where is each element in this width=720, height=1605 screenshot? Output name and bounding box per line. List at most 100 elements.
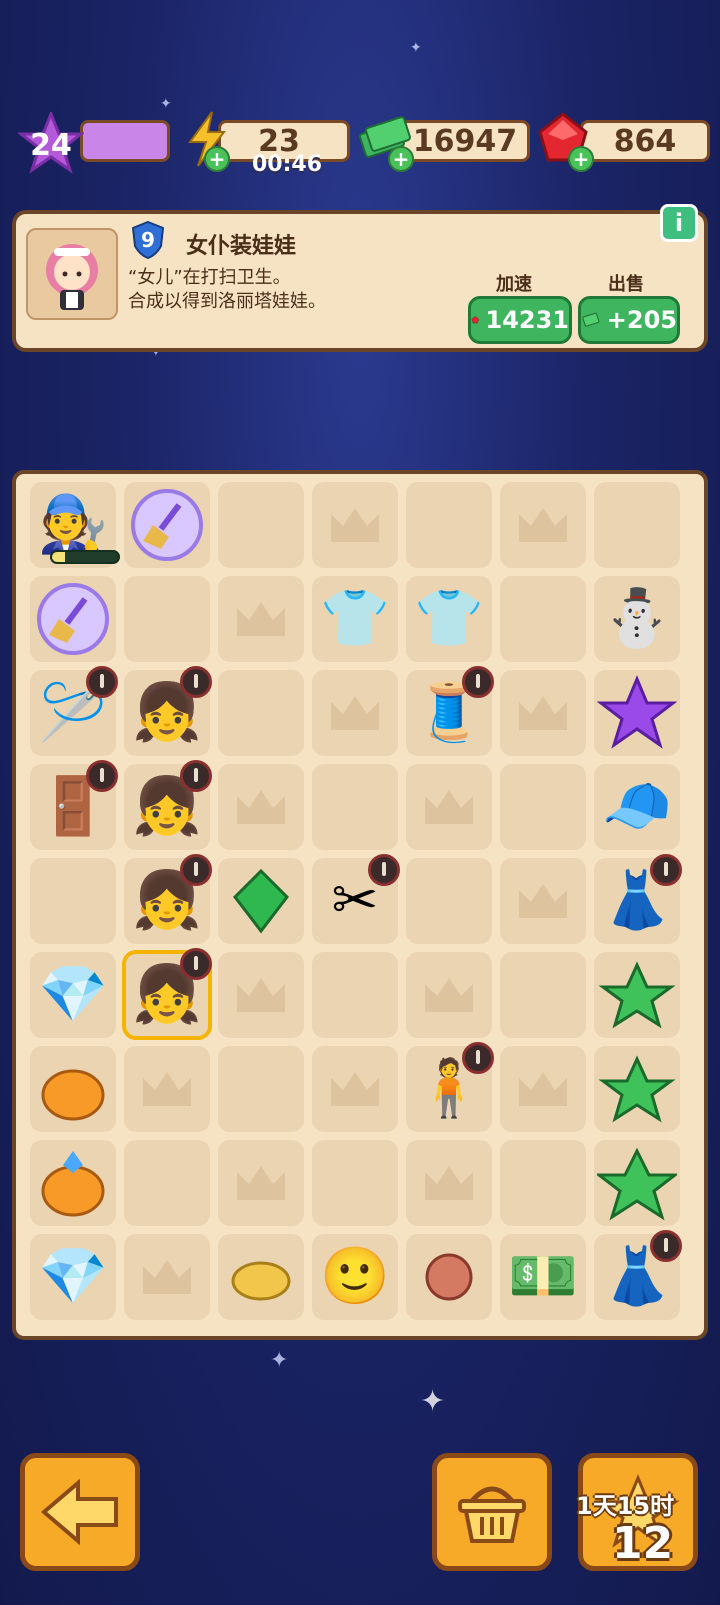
board-cell-crown [500,482,586,568]
board-cell-mannequin[interactable]: 🧍 [406,1042,494,1132]
board-cell-empty [312,952,398,1038]
locked-crown-icon [143,1260,191,1294]
board-cell-crown [406,764,492,850]
worker-icon: 🧑‍🔧 [38,492,108,557]
basket-button[interactable] [432,1453,552,1571]
board-cell-crown [406,1140,492,1226]
locked-crown-icon [519,1072,567,1106]
board-cell-pajamas[interactable]: 👕 [312,576,398,662]
board-cell-purple-star[interactable] [594,670,680,756]
angel-star-plus-icon [598,1055,676,1123]
add-energy-button[interactable]: + [204,146,230,172]
locked-crown-icon [425,1166,473,1200]
board-cell-green-gem[interactable] [218,858,304,944]
top-hud: 24 23 + 00:46 16947 + 864 + [0,111,720,177]
add-gems-button[interactable]: + [568,146,594,172]
energy-timer: 00:46 [252,152,323,177]
pumpkin-icon [41,1069,105,1121]
board-cell-angel-star-big[interactable] [594,1140,680,1226]
sell-label: 出售 [608,274,644,295]
board-cell-doll-basic[interactable]: 👧 [124,666,212,756]
board-cell-snowman[interactable]: ⛄ [594,576,680,662]
board-cell-sewing-machine[interactable]: 🧵 [406,666,494,756]
board-cell-pumpkin-jewel[interactable] [30,1140,116,1226]
board-cell-empty [30,858,116,944]
event-count: 12 [612,1518,674,1569]
board-cell-crown [500,1046,586,1132]
board-cell-scissors[interactable]: ✂ [312,854,400,944]
board-cell-empty [500,1140,586,1226]
board-cell-doll-head[interactable]: 🙂 [312,1234,398,1320]
board-cell-empty [218,670,304,756]
broom-bubble-icon [37,583,109,655]
tape-icon [231,1261,291,1301]
back-button[interactable] [20,1453,140,1571]
board-cell-crown [218,952,304,1038]
pajamas-icon: 👕 [320,586,390,651]
purple-star-icon [597,675,677,749]
board-cell-empty [406,858,492,944]
board-cell-crown [312,482,398,568]
board-cell-button[interactable] [406,1234,492,1320]
board-cell-doll-lolita[interactable]: 👧 [124,854,212,944]
add-cash-button[interactable]: + [388,146,414,172]
board-cell-sewing-station[interactable]: 🪡 [30,666,118,756]
basket-icon [458,1486,526,1543]
speedup-label: 加速 [496,274,532,295]
board-cell-worker[interactable]: 🧑‍🔧 [30,482,120,568]
board-cell-angel-star-plus[interactable] [594,1046,680,1132]
board-cell-crown [500,670,586,756]
timer-badge-icon [86,666,118,698]
broom-bubble-icon [131,489,203,561]
speedup-button[interactable]: 14231 [468,296,572,344]
board-cell-angel-star[interactable] [594,952,680,1038]
board-cell-empty [124,576,210,662]
board-cell-empty [218,482,304,568]
board-cell-jewel-necklace[interactable]: 💎 [30,952,116,1038]
board-cell-pajamas[interactable]: 👕 [406,576,492,662]
timer-badge-icon [462,1042,494,1074]
board-cell-doll-yellow[interactable]: 👧 [124,760,212,850]
timer-badge-icon [650,1230,682,1262]
info-button[interactable]: i [660,204,698,242]
item-level-shield: 9 [130,220,166,260]
locked-crown-icon [331,1072,379,1106]
locked-crown-icon [143,1072,191,1106]
ruby-icon [471,316,479,324]
locked-crown-icon [519,884,567,918]
board-cell-snow-cap[interactable]: 🧢 [594,764,680,850]
locked-crown-icon [519,696,567,730]
board-cell-broom-bubble[interactable] [30,576,116,662]
sell-button[interactable]: +205 [578,296,680,344]
board-cell-pink-dress[interactable]: 👗 [594,854,682,944]
level-badge[interactable]: 24 [18,112,84,178]
merge-board: 🧑‍🔧 👕 👕 ⛄ 🪡 👧 🧵 🚪 👧 🧢 👧 ✂ 👗 💎 👧 🧍 💎 🙂 💵 👗 [12,470,708,1340]
locked-crown-icon [237,602,285,636]
board-cell-crown [218,1140,304,1226]
speedup-cost: 14231 [485,306,570,334]
gem-counter[interactable]: 864 [580,120,710,162]
board-cell-crown [406,952,492,1038]
board-cell-tape[interactable] [218,1234,304,1320]
cash-icon [582,312,600,327]
board-cell-doll-maid[interactable]: 👧 [122,948,212,1040]
snowman-icon: ⛄ [602,586,672,651]
cash-counter[interactable]: 16947 [400,120,530,162]
locked-crown-icon [331,508,379,542]
board-cell-broom-bubble[interactable] [124,482,210,568]
board-cell-wardrobe[interactable]: 🚪 [30,760,118,850]
timer-badge-icon [368,854,400,886]
item-description-line2: 合成以得到洛丽塔娃娃。 [128,291,326,312]
worker-progress-bar [50,550,120,564]
board-cell-jewel-necklace[interactable]: 💎 [30,1234,116,1320]
green-gem-icon [233,868,289,934]
board-cell-pumpkin[interactable] [30,1046,116,1132]
angel-star-big-icon [597,1147,677,1221]
board-cell-blue-gown[interactable]: 👗 [594,1230,682,1320]
jewel-necklace-icon: 💎 [38,1244,108,1309]
jewel-necklace-icon: 💎 [38,962,108,1027]
timer-badge-icon [180,948,212,980]
item-description: “女儿”在打扫卫生。 合成以得到洛丽塔娃娃。 [128,266,326,314]
board-cell-empty [124,1140,210,1226]
board-cell-cash-pile[interactable]: 💵 [500,1234,586,1320]
